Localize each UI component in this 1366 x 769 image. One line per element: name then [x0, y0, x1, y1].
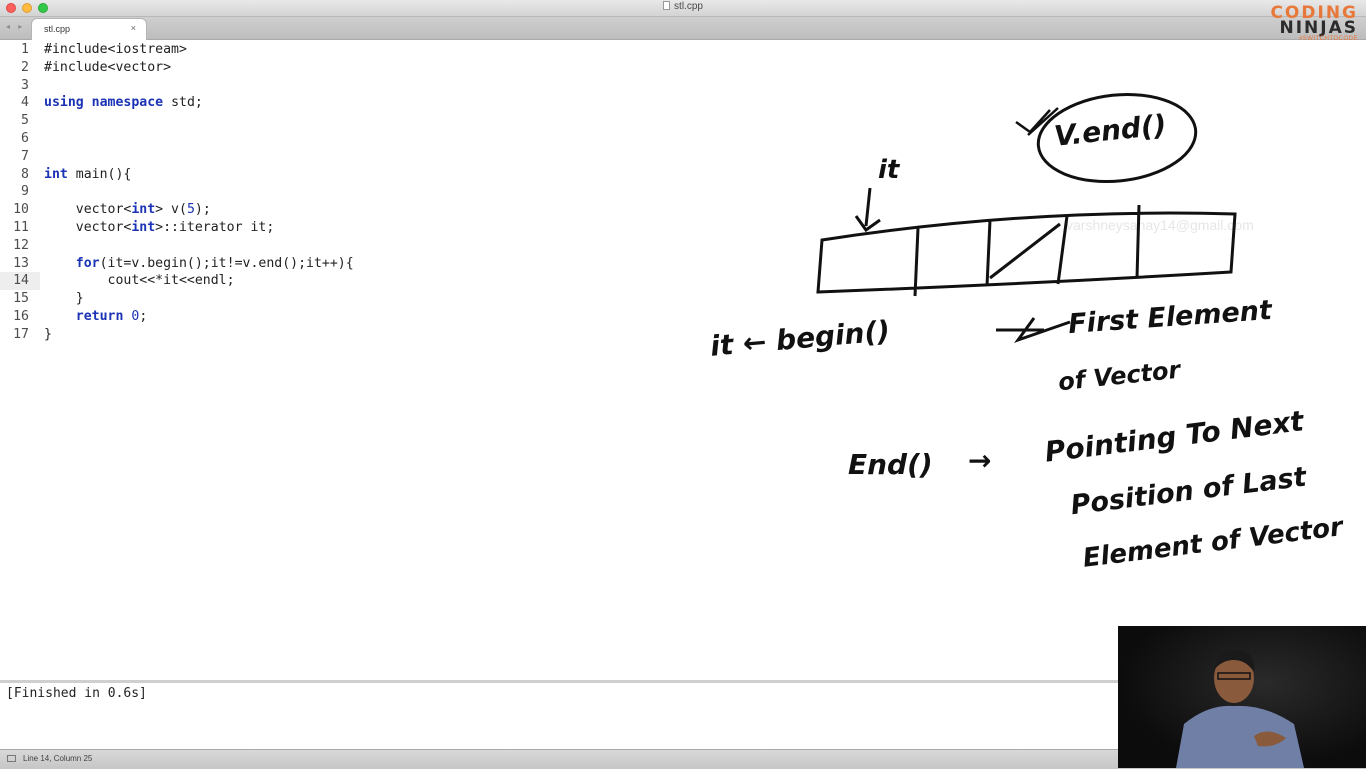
keyword-token: int — [44, 166, 68, 182]
line-number: 15 — [13, 291, 29, 307]
line-number: 6 — [21, 131, 29, 146]
build-output-text: [Finished in 0.6s] — [6, 686, 147, 701]
logo-line-2: NINJAS — [1279, 18, 1358, 38]
tab-close-icon[interactable]: × — [131, 23, 136, 33]
line-number: 11 — [13, 220, 29, 235]
tab-nav-arrows-icon[interactable]: ◂ ▸ — [6, 22, 25, 31]
keyword-token: namespace — [91, 95, 164, 111]
line-number: 13 — [13, 255, 29, 271]
keyword-token: int — [131, 220, 156, 235]
code-text: cout<<*it<<endl; — [44, 273, 235, 289]
window-title: stl.cpp — [0, 1, 1366, 12]
line-number: 9 — [21, 184, 29, 200]
panel-toggle-icon[interactable] — [7, 755, 16, 762]
number-token: 5 — [186, 202, 195, 218]
line-number: 17 — [13, 326, 29, 342]
code-line[interactable]: 1 #include<iostream> — [0, 41, 600, 59]
line-number: 12 — [13, 237, 29, 253]
line-number: 8 — [21, 166, 29, 182]
code-line[interactable]: 3 — [0, 77, 600, 95]
line-number: 7 — [21, 148, 29, 164]
line-number: 1 — [21, 42, 29, 57]
code-text: return 0; — [75, 309, 148, 324]
code-line[interactable]: 7 — [0, 148, 600, 166]
line-number: 4 — [21, 95, 29, 111]
code-line[interactable]: 9 — [0, 183, 600, 201]
tab-bar: ◂ ▸ stl.cpp × — [0, 17, 1366, 40]
code-line[interactable]: 10 vector<int> v(5); — [0, 201, 600, 219]
code-text: } — [44, 326, 52, 342]
code-text: vector<int> v(5); — [44, 202, 211, 218]
tab-stl-cpp[interactable]: stl.cpp × — [32, 19, 146, 40]
title-bar: stl.cpp — [0, 0, 1366, 17]
code-line[interactable]: 13 for(it=v.begin();it!=v.end();it++){ — [0, 255, 600, 273]
tab-label: stl.cpp — [44, 24, 71, 34]
presenter-body — [1176, 705, 1304, 768]
line-number: 16 — [13, 309, 29, 324]
code-line[interactable]: 11 vector<int>::iterator it; — [0, 219, 600, 237]
code-line[interactable]: 14 cout<<*it<<endl; — [0, 272, 600, 291]
keyword-token: int — [131, 202, 156, 218]
cursor-position: Line 14, Column 25 — [23, 754, 93, 763]
webcam-video-overlay — [1118, 626, 1366, 768]
code-line[interactable]: 15 } — [0, 290, 600, 308]
line-number: 14 — [13, 273, 29, 289]
code-text: #include<vector> — [44, 59, 172, 75]
keyword-token: return — [75, 309, 124, 324]
code-text: for(it=v.begin();it!=v.end();it++){ — [75, 255, 354, 271]
code-text: } — [44, 291, 84, 307]
number-token: 0 — [131, 309, 140, 324]
line-number: 5 — [21, 113, 29, 129]
line-number: 3 — [21, 77, 29, 93]
keyword-token: using — [44, 95, 84, 111]
code-line[interactable]: 4 using namespace std; — [0, 94, 600, 112]
code-text: int main(){ — [44, 166, 132, 182]
code-line[interactable]: 2 #include<vector> — [0, 59, 600, 77]
code-text: using namespace std; — [44, 95, 203, 111]
presenter-figure — [1176, 649, 1304, 768]
code-text: vector<int>::iterator it; — [44, 220, 275, 235]
line-number: 10 — [13, 202, 29, 218]
code-editor[interactable]: 1 #include<iostream> 2 #include<vector> 3 4 us… — [0, 40, 1366, 680]
coding-ninjas-logo: CODING NINJAS #SWITCHTOCODE — [1270, 5, 1358, 43]
line-number: 2 — [21, 59, 29, 75]
code-line[interactable]: 8 int main(){ — [0, 166, 600, 184]
code-line[interactable]: 6 — [0, 130, 600, 148]
code-line[interactable]: 16 return 0; — [0, 308, 600, 326]
code-line[interactable]: 5 — [0, 112, 600, 130]
code-line[interactable]: 17} — [0, 326, 600, 344]
file-icon — [663, 1, 671, 10]
code-line[interactable]: 12 — [0, 237, 600, 255]
code-text: #include<iostream> — [44, 42, 187, 57]
keyword-token: for — [75, 255, 100, 271]
